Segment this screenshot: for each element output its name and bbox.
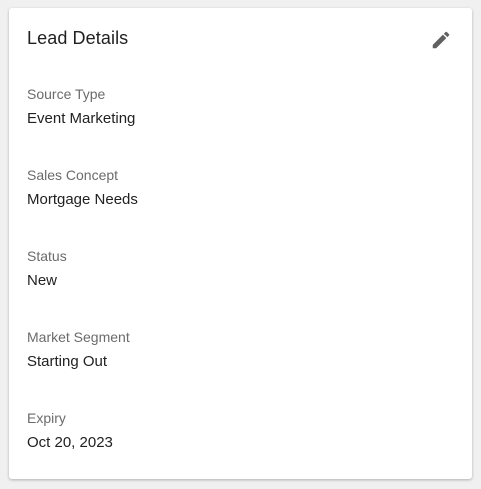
field-value: Starting Out — [27, 353, 108, 370]
field-value: New — [27, 272, 58, 289]
field-label: Expiry — [27, 410, 66, 426]
field-value: Mortgage Needs — [27, 191, 138, 208]
field-value: Oct 20, 2023 — [27, 434, 113, 451]
field-source-type: Source Type Event Marketing — [27, 85, 135, 128]
pencil-icon — [432, 31, 450, 49]
field-label: Market Segment — [27, 329, 130, 345]
field-status: Status New — [27, 247, 67, 290]
field-market-segment: Market Segment Starting Out — [27, 328, 130, 371]
field-sales-concept: Sales Concept Mortgage Needs — [27, 166, 138, 209]
edit-button[interactable] — [428, 27, 454, 53]
field-label: Status — [27, 248, 67, 264]
field-label: Source Type — [27, 86, 106, 102]
field-expiry: Expiry Oct 20, 2023 — [27, 409, 113, 452]
card-title: Lead Details — [27, 28, 129, 48]
field-label: Sales Concept — [27, 167, 119, 183]
field-value: Event Marketing — [27, 110, 136, 127]
lead-details-card: Lead Details Source Type Event Marketing… — [9, 8, 472, 479]
